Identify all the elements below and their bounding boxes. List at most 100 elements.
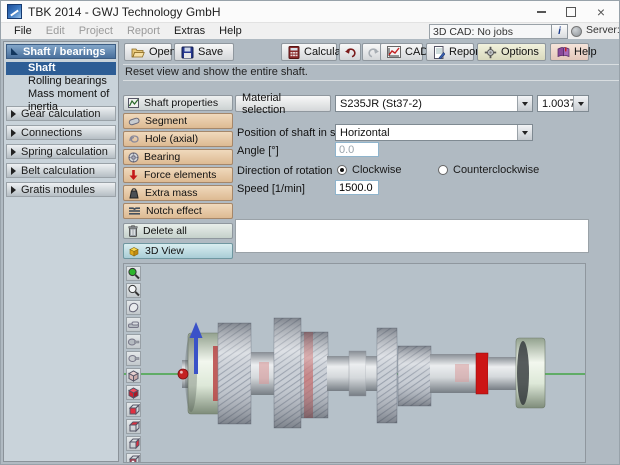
clip-plane-2-icon [127, 335, 140, 348]
clip-plane-1-icon [127, 318, 140, 331]
material-combo[interactable]: S235JR (St37-2) [335, 95, 533, 112]
sidebar-section-spring-calculation[interactable]: Spring calculation [6, 144, 116, 159]
report-button[interactable]: Report [426, 43, 474, 61]
redo-icon [367, 47, 380, 58]
clip-plane-3-button[interactable] [126, 351, 141, 366]
view-back-button[interactable] [126, 419, 141, 434]
menu-extras[interactable]: Extras [167, 25, 212, 37]
radio-checked-icon [337, 165, 347, 175]
hole-axial-button[interactable]: Hole (axial) [123, 131, 233, 147]
clockwise-radio[interactable]: Clockwise [337, 164, 402, 176]
menu-help[interactable]: Help [212, 25, 249, 37]
sidebar-section-gratis-modules[interactable]: Gratis modules [6, 182, 116, 197]
app-window: TBK 2014 - GWJ Technology GmbH × File Ed… [0, 0, 620, 465]
cube-solid-icon [127, 386, 140, 399]
angle-label: Angle [°] [237, 145, 279, 157]
view-back-cube-icon [127, 420, 140, 433]
sidebar-section-belt-calculation[interactable]: Belt calculation [6, 163, 116, 178]
iso-view-cube-icon [127, 369, 140, 382]
segment-button[interactable]: Segment [123, 113, 233, 129]
force-elements-button[interactable]: Force elements [123, 167, 233, 183]
shaft-properties-icon [128, 98, 139, 108]
maximize-icon[interactable] [565, 6, 577, 18]
menu-report: Report [120, 25, 167, 37]
titlebar: TBK 2014 - GWJ Technology GmbH × [1, 1, 619, 23]
material-number-combo[interactable]: 1.0037 [537, 95, 589, 112]
material-selection-button[interactable]: Material selection [235, 95, 331, 112]
window-title: TBK 2014 - GWJ Technology GmbH [28, 5, 221, 19]
shaft-properties-button[interactable]: Shaft properties [123, 95, 233, 111]
menu-file[interactable]: File [7, 25, 39, 37]
speed-field[interactable] [335, 180, 379, 195]
delete-all-button[interactable]: Delete all [123, 223, 233, 239]
info-button[interactable]: i [551, 24, 568, 39]
collapsed-triangle-icon [11, 167, 16, 175]
sidebar-section-gear-calculation[interactable]: Gear calculation [6, 106, 116, 121]
sidebar-section-shaft-bearings[interactable]: Shaft / bearings [6, 44, 116, 59]
counterclockwise-radio[interactable]: Counterclockwise [438, 164, 539, 176]
clip-plane-1-button[interactable] [126, 317, 141, 332]
message-list [235, 219, 589, 253]
cube-solid-button[interactable] [126, 385, 141, 400]
chevron-down-icon[interactable] [517, 125, 532, 140]
collapsed-triangle-icon [11, 129, 16, 137]
iso-view-button[interactable] [126, 368, 141, 383]
3d-view-button[interactable]: 3D View [123, 243, 233, 259]
server-label: Server: [586, 24, 620, 36]
view-left-cube-icon [127, 437, 140, 450]
calculate-button[interactable]: Calculate [281, 43, 337, 61]
options-button[interactable]: Options [477, 43, 546, 61]
rotate-view-button[interactable] [126, 300, 141, 315]
position-combo[interactable]: Horizontal [335, 124, 533, 141]
cube-3d-icon [128, 245, 140, 257]
extra-mass-button[interactable]: Extra mass [123, 185, 233, 201]
zoom-button[interactable] [126, 283, 141, 298]
cad-button[interactable]: CAD [380, 43, 423, 61]
help-button[interactable]: Help [550, 43, 589, 61]
sidebar-item-rolling-bearings[interactable]: Rolling bearings [6, 75, 116, 88]
menubar: File Edit Project Report Extras Help 3D … [1, 23, 619, 39]
open-button[interactable]: Open [124, 43, 172, 61]
hint-text: Reset view and show the entire shaft. [123, 64, 619, 81]
sidebar-section-connections[interactable]: Connections [6, 125, 116, 140]
zoom-fit-button[interactable] [126, 266, 141, 281]
clip-plane-2-button[interactable] [126, 334, 141, 349]
force-arrow-icon [128, 169, 139, 181]
view-left-button[interactable] [126, 436, 141, 451]
chevron-down-icon[interactable] [573, 96, 588, 111]
view-right-cube-icon [127, 454, 140, 463]
view-right-button[interactable] [126, 453, 141, 463]
save-button[interactable]: Save [174, 43, 234, 61]
minimize-icon[interactable] [535, 6, 547, 18]
hole-axial-icon [128, 134, 140, 144]
sidebar-item-mass-moment[interactable]: Mass moment of inertia [6, 88, 116, 101]
undo-button[interactable] [339, 43, 361, 61]
3d-viewport[interactable] [123, 263, 586, 463]
undo-icon [344, 47, 357, 58]
radio-unchecked-icon [438, 165, 448, 175]
rotation-label: Direction of rotation [237, 165, 332, 177]
menu-project: Project [72, 25, 120, 37]
collapsed-triangle-icon [11, 110, 16, 118]
cad-status-field: 3D CAD: No jobs [429, 24, 556, 39]
view-front-button[interactable] [126, 402, 141, 417]
trash-icon [128, 225, 138, 237]
notch-effect-button[interactable]: Notch effect [123, 203, 233, 219]
calculator-icon [288, 46, 300, 59]
bearing-icon [128, 152, 139, 163]
rotate-view-icon [127, 301, 140, 314]
extra-mass-weight-icon [128, 188, 140, 199]
sidebar-item-shaft[interactable]: Shaft [6, 62, 116, 75]
zoom-fit-icon [127, 267, 140, 280]
angle-field [335, 142, 379, 157]
close-icon[interactable]: × [595, 6, 607, 18]
bearing-button[interactable]: Bearing [123, 149, 233, 165]
collapsed-triangle-icon [11, 186, 16, 194]
clip-plane-3-icon [127, 352, 140, 365]
cad-led-icon [571, 26, 582, 37]
options-tool-icon [484, 46, 497, 59]
help-book-icon [557, 46, 570, 58]
speed-label: Speed [1/min] [237, 183, 305, 195]
save-disk-icon [181, 46, 194, 59]
chevron-down-icon[interactable] [517, 96, 532, 111]
